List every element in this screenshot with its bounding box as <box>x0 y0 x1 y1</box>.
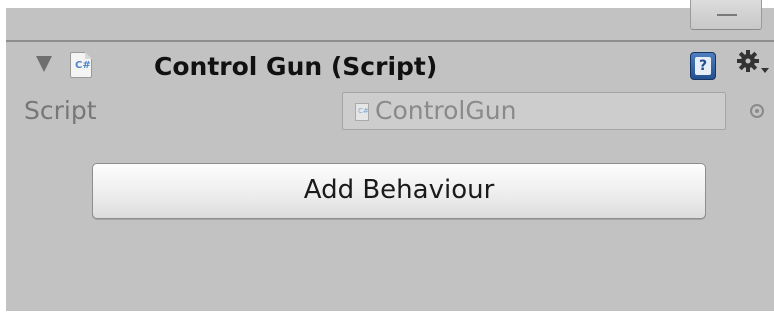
component-header: C# Control Gun (Script) ? <box>6 42 774 90</box>
script-label: Script <box>24 96 97 125</box>
object-picker-icon[interactable] <box>750 104 764 118</box>
gear-icon[interactable] <box>735 48 771 78</box>
collapse-tab[interactable] <box>690 0 762 30</box>
script-file-mini-icon: C# <box>355 103 369 121</box>
csharp-script-icon: C# <box>70 52 92 78</box>
script-value: ControlGun <box>375 96 517 125</box>
script-object-field[interactable]: C# ControlGun <box>342 92 726 130</box>
component-title: Control Gun (Script) <box>154 52 438 81</box>
help-book-icon[interactable]: ? <box>690 52 716 80</box>
minus-icon <box>717 14 737 16</box>
script-field-row: Script C# ControlGun <box>6 90 774 134</box>
foldout-arrow-icon[interactable] <box>36 56 52 72</box>
add-behaviour-button[interactable]: Add Behaviour <box>92 163 706 219</box>
